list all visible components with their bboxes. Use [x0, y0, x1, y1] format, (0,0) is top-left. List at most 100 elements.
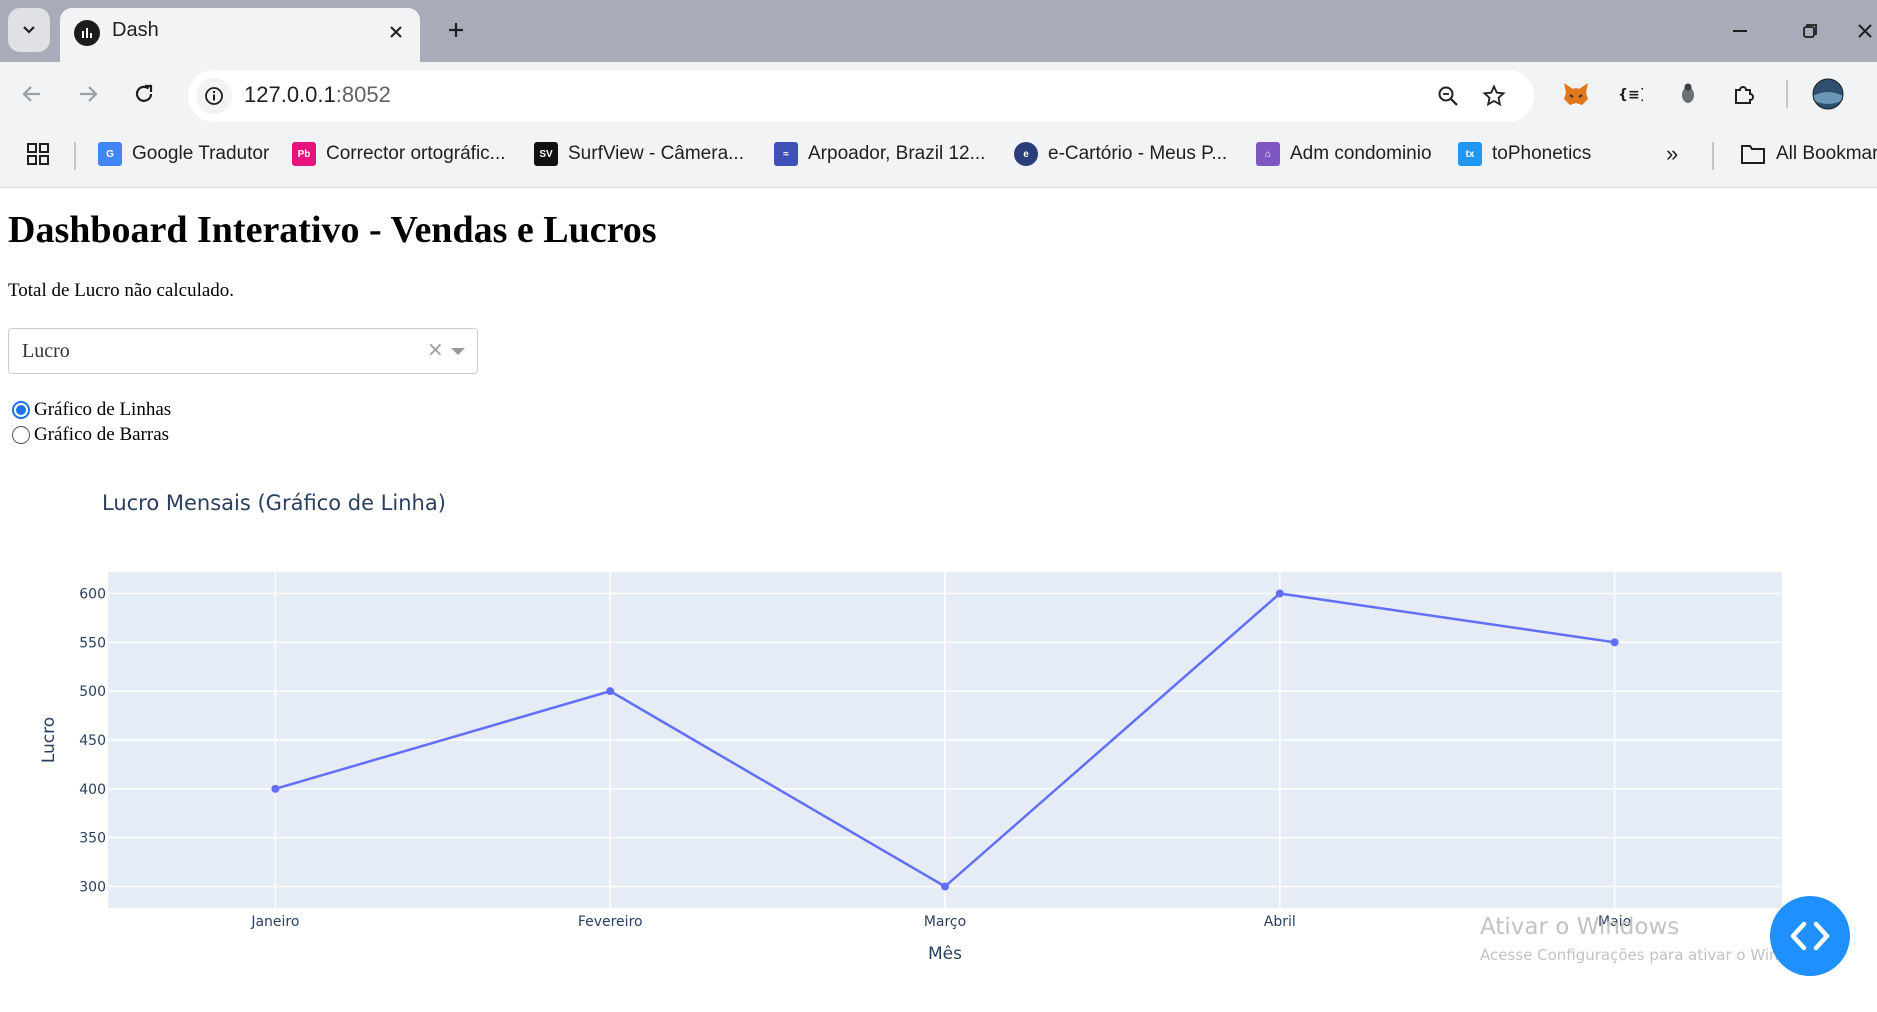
- data-point: [271, 784, 280, 793]
- forward-button[interactable]: [70, 76, 106, 112]
- y-tick-labels: 300 350 400 450 500 550 600: [79, 586, 106, 895]
- tophonetics-icon: tx: [1458, 142, 1482, 166]
- bookmark-label: Corrector ortográfic...: [326, 143, 506, 164]
- metric-dropdown[interactable]: Lucro ×: [8, 328, 478, 374]
- data-point: [941, 882, 949, 891]
- svg-text:{≡}: {≡}: [1618, 87, 1643, 103]
- x-tick-label: Janeiro: [250, 914, 299, 930]
- bookmarks-divider-right: [1712, 142, 1714, 170]
- chevron-down-icon: [23, 26, 35, 34]
- zoom-icon[interactable]: [1432, 80, 1464, 112]
- bookmark-label: SurfView - Câmera...: [568, 143, 744, 164]
- bookmark-surfview[interactable]: SV SurfView - Câmera...: [534, 138, 744, 170]
- back-button[interactable]: [14, 76, 50, 112]
- restore-button[interactable]: [1790, 14, 1830, 48]
- y-tick-label: 450: [79, 733, 106, 749]
- bookmark-label: Adm condominio: [1290, 143, 1432, 164]
- bookmark-label: Arpoador, Brazil 12...: [808, 143, 986, 164]
- bookmark-adm-condominio[interactable]: ⌂ Adm condominio: [1256, 138, 1432, 170]
- bookmark-star-icon[interactable]: [1478, 80, 1510, 112]
- bookmark-label: toPhonetics: [1492, 143, 1592, 164]
- json-formatter-icon[interactable]: {≡}: [1612, 76, 1648, 112]
- browser-toolbar: 127.0.0.1:8052 {≡}: [0, 62, 1877, 124]
- chart-title: Lucro Mensais (Gráfico de Linha): [102, 491, 446, 515]
- data-point: [606, 687, 615, 696]
- y-tick-label: 300: [79, 880, 106, 896]
- y-axis-label: Lucro: [39, 717, 59, 763]
- minimize-button[interactable]: [1720, 14, 1760, 48]
- reload-icon: [135, 84, 153, 102]
- bookmark-label: e-Cartório - Meus P...: [1048, 143, 1228, 164]
- metamask-fox-icon[interactable]: [1558, 76, 1594, 112]
- x-tick-label: Março: [924, 914, 966, 930]
- total-profit-text: Total de Lucro não calculado.: [8, 280, 235, 301]
- new-tab-button[interactable]: [440, 14, 472, 46]
- x-axis-label: Mês: [928, 944, 962, 964]
- all-bookmarks-label: All Bookmar: [1776, 143, 1877, 164]
- lucro-line-chart: Lucro Mensais (Gráfico de Linha) 300 350 4…: [39, 491, 1782, 964]
- site-info-button[interactable]: [196, 78, 232, 114]
- radio-option-barras[interactable]: Gráfico de Barras: [12, 423, 169, 447]
- radio-label: Gráfico de Linhas: [34, 399, 172, 420]
- bookmark-label: Google Tradutor: [132, 143, 270, 164]
- data-point: [1275, 589, 1284, 598]
- bookmarks-bar: G Google Tradutor Pb Corrector ortográfi…: [0, 124, 1877, 188]
- y-tick-label: 500: [79, 684, 106, 700]
- building-icon: ⌂: [1256, 142, 1280, 166]
- arrow-right-icon: [80, 86, 98, 102]
- plus-icon: [449, 23, 463, 37]
- caret-down-icon[interactable]: [451, 348, 465, 355]
- address-bar[interactable]: 127.0.0.1:8052: [188, 70, 1534, 122]
- arrow-left-icon: [22, 86, 40, 102]
- browser-tab-active[interactable]: Dash: [60, 8, 420, 62]
- close-window-button[interactable]: [1852, 14, 1877, 48]
- clear-icon[interactable]: ×: [427, 337, 444, 361]
- bookmark-google-tradutor[interactable]: G Google Tradutor: [98, 138, 269, 170]
- bookmarks-divider: [74, 142, 76, 170]
- page-title: Dashboard Interativo - Vendas e Lucros: [8, 209, 657, 251]
- dash-favicon-icon: [74, 20, 100, 46]
- radio-button-checked[interactable]: [12, 401, 30, 419]
- code-brackets-icon: [1790, 921, 1830, 951]
- x-tick-labels: Janeiro Fevereiro Março Abril Maio: [250, 914, 1631, 930]
- close-icon: [1857, 24, 1872, 38]
- y-tick-label: 600: [79, 586, 106, 602]
- bookmark-arpoador[interactable]: ≈ Arpoador, Brazil 12...: [774, 138, 985, 170]
- extension-bug-icon[interactable]: [1670, 76, 1706, 112]
- surfview-icon: SV: [534, 142, 558, 166]
- url-text: 127.0.0.1:8052: [244, 82, 391, 108]
- e-cartorio-icon: e: [1014, 142, 1038, 166]
- url-port: :8052: [335, 82, 391, 107]
- google-translate-icon: G: [98, 142, 122, 166]
- x-tick-label: Fevereiro: [578, 914, 643, 930]
- tab-search-button[interactable]: [8, 8, 50, 52]
- priberam-icon: Pb: [292, 142, 316, 166]
- y-tick-label: 350: [79, 831, 106, 847]
- url-host: 127.0.0.1: [244, 82, 336, 107]
- bookmark-corrector[interactable]: Pb Corrector ortográfic...: [292, 138, 506, 170]
- radio-option-linhas[interactable]: Gráfico de Linhas: [12, 398, 171, 422]
- profile-avatar[interactable]: [1810, 76, 1846, 112]
- data-point: [1610, 638, 1619, 647]
- x-tick-label: Abril: [1264, 914, 1296, 930]
- browser-tab-strip: Dash: [0, 0, 1877, 62]
- tab-close-icon[interactable]: [384, 20, 408, 44]
- radio-label: Gráfico de Barras: [34, 424, 170, 445]
- dash-devtools-button[interactable]: [1770, 896, 1850, 976]
- radio-button[interactable]: [12, 426, 30, 444]
- y-tick-label: 400: [79, 782, 106, 798]
- wave-icon: ≈: [774, 142, 798, 166]
- apps-grid-icon[interactable]: [26, 138, 50, 170]
- extensions-puzzle-icon[interactable]: [1726, 76, 1762, 112]
- bookmarks-overflow-chevron-icon[interactable]: »: [1666, 138, 1678, 170]
- restore-icon: [1803, 24, 1817, 38]
- all-bookmarks-button[interactable]: All Bookmar: [1740, 138, 1877, 170]
- tab-title: Dash: [112, 19, 159, 41]
- y-tick-label: 550: [79, 635, 106, 651]
- info-icon: [205, 87, 223, 105]
- folder-icon: [1741, 145, 1765, 164]
- toolbar-divider: [1786, 80, 1788, 108]
- bookmark-e-cartorio[interactable]: e e-Cartório - Meus P...: [1014, 138, 1227, 170]
- reload-button[interactable]: [126, 76, 162, 112]
- bookmark-tophonetics[interactable]: tx toPhonetics: [1458, 138, 1591, 170]
